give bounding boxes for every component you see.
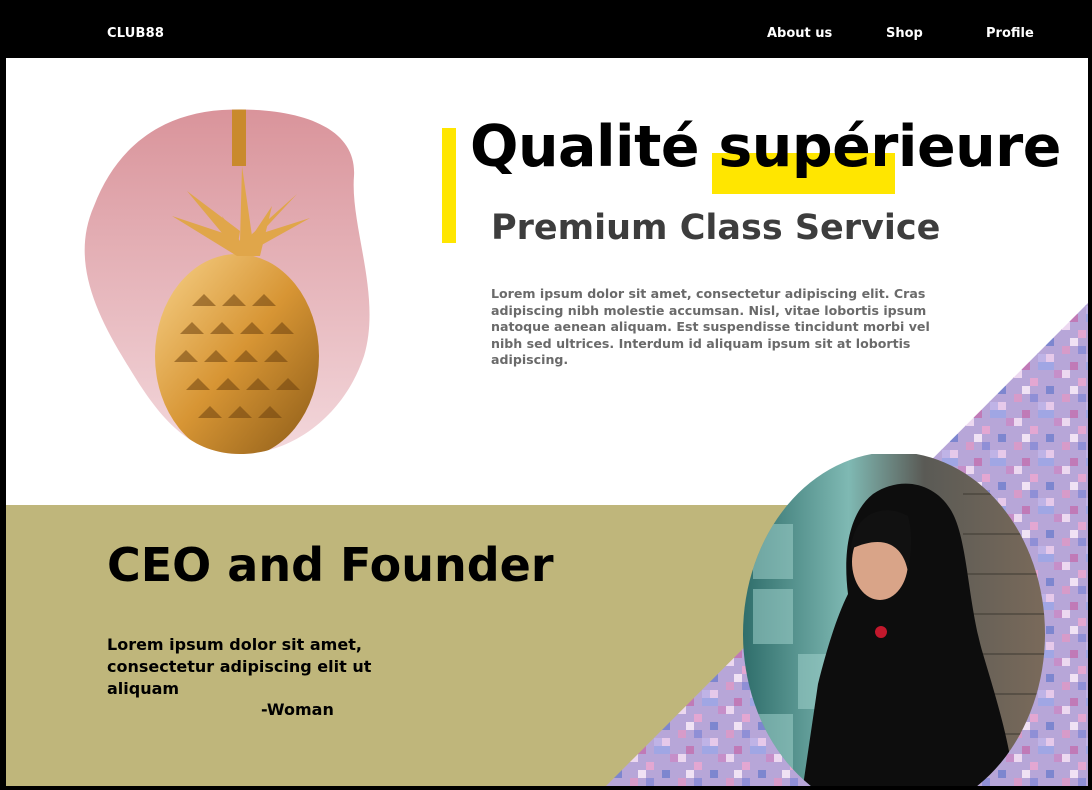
nav-link-profile[interactable]: Profile [986,26,1034,41]
headline-part-2: supérieure [718,114,1061,180]
page-title: Qualité supérieure [470,114,1061,180]
accent-bar [442,128,456,243]
founder-title: CEO and Founder [107,538,554,592]
page-content: Qualité supérieure Premium Class Service… [6,58,1088,786]
brand-logo[interactable]: CLUB88 [107,26,164,41]
quote-author: -Woman [261,700,334,719]
hero-description: Lorem ipsum dolor sit amet, consectetur … [491,286,930,367]
nav-link-shop[interactable]: Shop [886,26,923,41]
founder-portrait-image [743,454,1045,786]
page-subtitle: Premium Class Service [491,208,941,248]
pineapple-image [84,109,370,455]
headline-part-1: Qualité [470,114,719,180]
nav-link-about-us[interactable]: About us [767,26,832,41]
founder-quote: Lorem ipsum dolor sit amet, consectetur … [107,635,372,698]
top-nav-bar: CLUB88 About us Shop Profile [0,0,1092,58]
